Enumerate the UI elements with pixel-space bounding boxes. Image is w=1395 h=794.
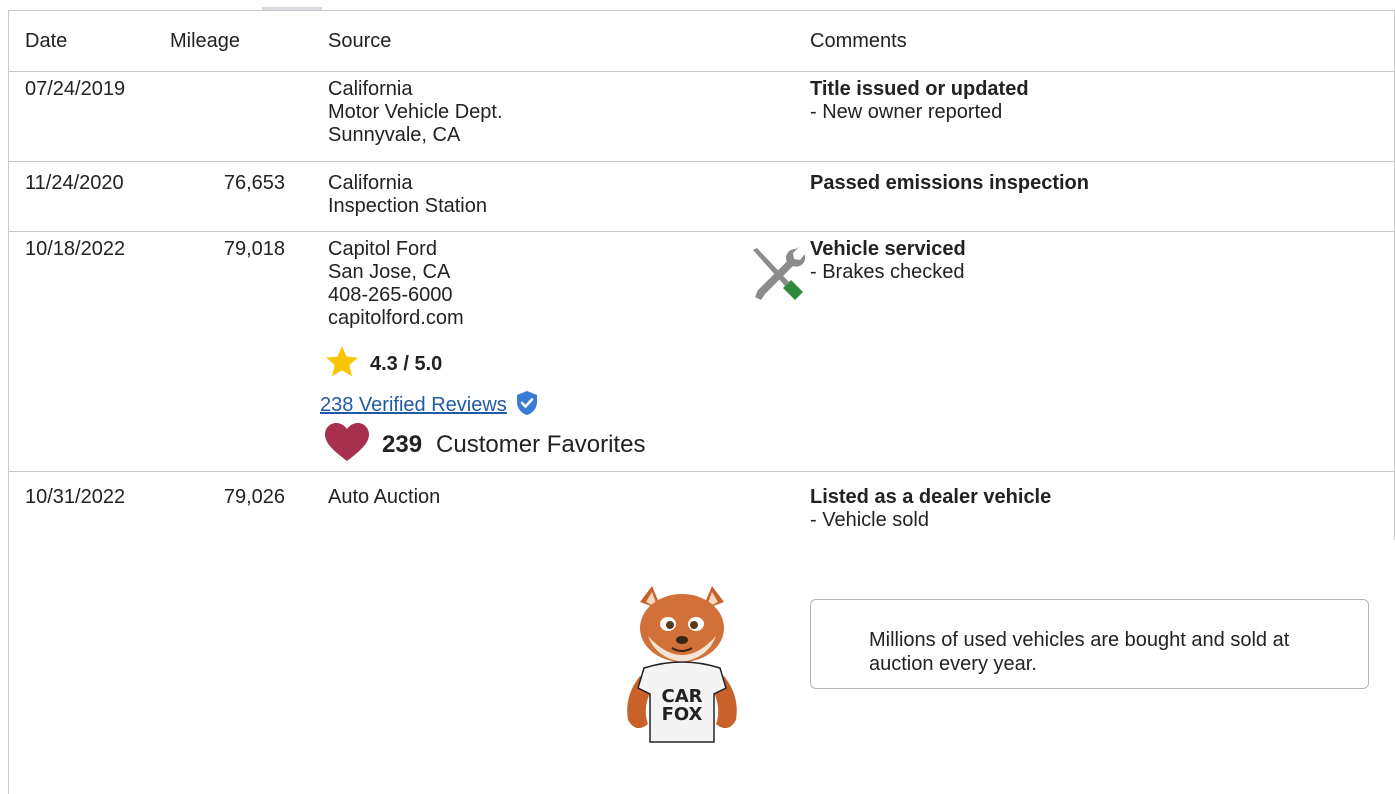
source-line: Motor Vehicle Dept. — [328, 101, 503, 123]
row-comments: Listed as a dealer vehicle - Vehicle sol… — [810, 486, 1051, 532]
comment-title: Listed as a dealer vehicle — [810, 486, 1052, 508]
table-row: 11/24/2020 76,653 California Inspection … — [8, 162, 1395, 232]
rating-value: 4.3 / 5.0 — [370, 353, 443, 375]
verified-reviews-link[interactable]: 238 Verified Reviews — [320, 394, 507, 417]
row-mileage: 76,653 — [223, 172, 285, 194]
row-comments: Vehicle serviced - Brakes checked — [810, 238, 966, 284]
row-source: Auto Auction — [328, 486, 440, 509]
table-header: Date Mileage Source Comments — [8, 11, 1395, 72]
source-line: Auto Auction — [328, 486, 441, 508]
favorites-label: Customer Favorites — [436, 430, 646, 458]
source-line: Sunnyvale, CA — [328, 124, 461, 146]
star-icon — [324, 344, 360, 385]
source-line: Inspection Station — [328, 195, 487, 217]
heart-icon — [324, 422, 370, 467]
favorites-count: 239 — [382, 430, 423, 458]
source-line: California — [328, 172, 413, 194]
dealer-website: capitolford.com — [328, 307, 464, 329]
dealer-phone: 408-265-6000 — [328, 284, 453, 306]
row-source: California Motor Vehicle Dept. Sunnyvale… — [328, 78, 503, 147]
header-date: Date — [25, 30, 68, 52]
table-row: 07/24/2019 California Motor Vehicle Dept… — [8, 72, 1395, 162]
callout-text: Millions of used vehicles are bought and… — [869, 629, 1290, 675]
row-comments: Title issued or updated - New owner repo… — [810, 78, 1029, 124]
table-row: 10/18/2022 79,018 Capitol Ford San Jose,… — [8, 232, 1395, 472]
carfox-mascot: CAR FOX — [618, 584, 746, 749]
row-comments: Passed emissions inspection — [810, 172, 1089, 195]
comment-title: Vehicle serviced — [810, 238, 966, 260]
row-source: Capitol Ford San Jose, CA 408-265-6000 c… — [328, 238, 464, 330]
comment-detail: - New owner reported — [810, 101, 1003, 123]
shirt-text: FOX — [662, 704, 703, 725]
row-mileage: 79,026 — [223, 486, 285, 508]
header-source: Source — [328, 30, 392, 52]
comment-detail: - Brakes checked — [810, 261, 965, 283]
customer-favorites: 239 Customer Favorites — [324, 422, 645, 467]
source-line: California — [328, 78, 413, 100]
comment-title: Title issued or updated — [810, 78, 1029, 100]
row-mileage: 79,018 — [223, 238, 285, 260]
header-mileage: Mileage — [170, 30, 241, 52]
wrench-screwdriver-icon — [745, 246, 807, 307]
dealer-rating: 4.3 / 5.0 — [324, 344, 442, 385]
dealer-location: San Jose, CA — [328, 261, 451, 283]
dealer-name: Capitol Ford — [328, 238, 437, 260]
verified-shield-icon — [515, 390, 539, 421]
row-date: 07/24/2019 — [25, 78, 126, 100]
header-comments: Comments — [810, 30, 907, 52]
verified-reviews: 238 Verified Reviews — [320, 390, 539, 421]
comment-detail: - Vehicle sold — [810, 509, 929, 531]
comment-title: Passed emissions inspection — [810, 172, 1089, 194]
row-source: California Inspection Station — [328, 172, 487, 218]
auction-callout: Millions of used vehicles are bought and… — [810, 599, 1369, 689]
